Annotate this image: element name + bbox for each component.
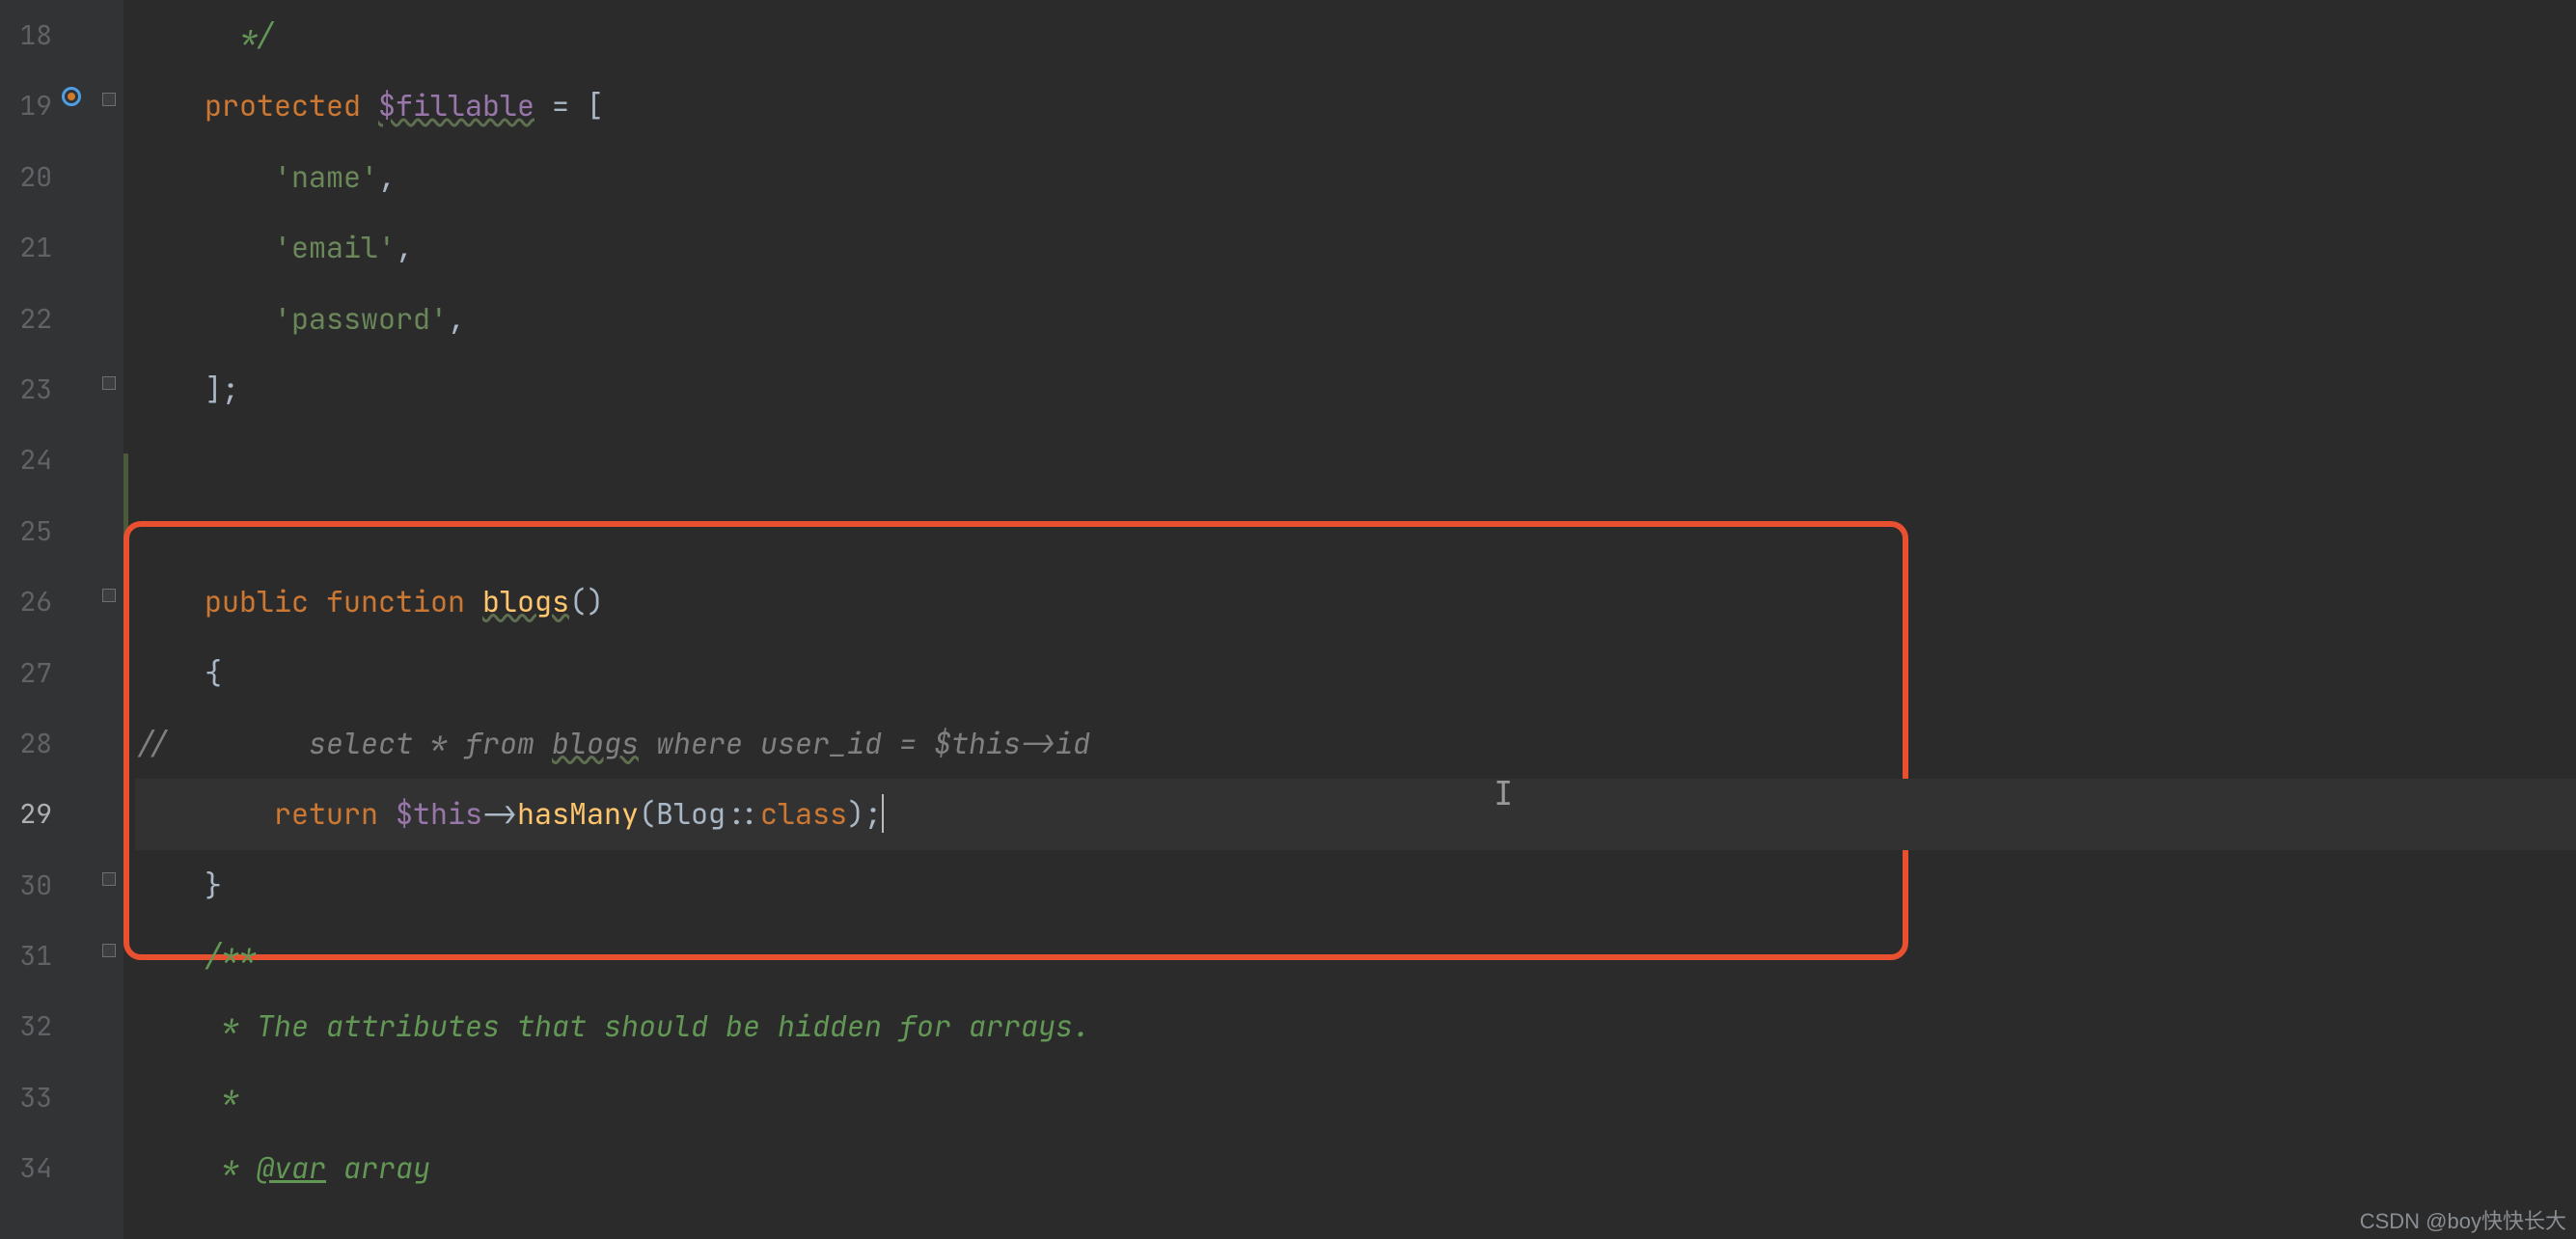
line-number: 30: [0, 850, 96, 921]
line-number: 21: [0, 212, 96, 283]
docblock-close: */: [222, 15, 274, 54]
code-line[interactable]: * The attributes that should be hidden f…: [135, 991, 2576, 1061]
property-fillable: $fillable: [378, 86, 534, 124]
docblock-type: array: [326, 1148, 430, 1187]
line-number: 23: [0, 354, 96, 425]
code-line[interactable]: 'password',: [135, 284, 2576, 354]
punct-close-array: ];: [205, 370, 239, 408]
line-number: 27: [0, 638, 96, 708]
fold-handle-icon[interactable]: [102, 589, 116, 602]
keyword-return: return: [274, 794, 378, 833]
watermark-text: CSDN @boy快快长大: [2360, 1204, 2566, 1235]
method-hasMany: hasMany: [517, 794, 639, 833]
code-line[interactable]: ];: [135, 354, 2576, 425]
code-line-current[interactable]: return $this->hasMany(Blog::class);: [135, 779, 2576, 849]
punct: ,: [448, 299, 465, 338]
code-line[interactable]: * @var array: [135, 1133, 2576, 1203]
line-number: 25: [0, 496, 96, 566]
punct: ,: [378, 157, 396, 196]
text-cursor: [882, 794, 884, 833]
punct-parens: (): [569, 582, 604, 620]
comment-blogs: blogs: [552, 724, 639, 762]
arrow-op: ->: [482, 794, 517, 833]
keyword-function: function: [326, 582, 465, 620]
paren-close: );: [847, 794, 882, 833]
line-number: 34: [0, 1133, 96, 1203]
punct: = [: [534, 86, 604, 124]
keyword-protected: protected: [205, 86, 361, 124]
docblock-prefix: *: [205, 1148, 257, 1187]
line-number: 22: [0, 284, 96, 354]
fold-handle-icon[interactable]: [102, 872, 116, 886]
code-line[interactable]: // select * from blogs where user_id = $…: [135, 708, 2576, 779]
scope-op: ::: [726, 794, 760, 833]
paren-open: (: [639, 794, 656, 833]
code-line[interactable]: {: [135, 638, 2576, 708]
code-line[interactable]: 'email',: [135, 212, 2576, 283]
docblock-open: /**: [205, 936, 257, 975]
docblock-text: *: [205, 1078, 239, 1116]
this-var: $this: [396, 794, 482, 833]
fold-handle-icon[interactable]: [102, 944, 116, 957]
keyword-public: public: [205, 582, 309, 620]
code-line[interactable]: protected $fillable = [: [135, 70, 2576, 141]
line-number: 28: [0, 708, 96, 779]
line-number: 32: [0, 991, 96, 1061]
fold-handle-icon[interactable]: [102, 376, 116, 390]
space: [378, 794, 396, 833]
function-name-blogs: blogs: [482, 582, 569, 620]
comment-text: where user_id = $this->id: [639, 724, 1090, 762]
line-number-gutter: 18 19 20 21 22 23 24 25 26 27 28 29 30 3…: [0, 0, 96, 1239]
fold-gutter[interactable]: [96, 0, 123, 1239]
class-blog: Blog: [656, 794, 726, 833]
code-editor[interactable]: 18 19 20 21 22 23 24 25 26 27 28 29 30 3…: [0, 0, 2576, 1239]
comment-slashes: //: [135, 724, 170, 762]
string-literal: 'name': [274, 157, 378, 196]
code-line[interactable]: }: [135, 850, 2576, 921]
code-line[interactable]: [135, 496, 2576, 566]
string-literal: 'password': [274, 299, 448, 338]
code-line[interactable]: public function blogs(): [135, 566, 2576, 637]
line-number: 26: [0, 566, 96, 637]
line-number: 18: [0, 0, 96, 70]
docblock-text: * The attributes that should be hidden f…: [205, 1006, 1090, 1045]
code-line[interactable]: [135, 425, 2576, 495]
line-number: 20: [0, 142, 96, 212]
code-area[interactable]: */ protected $fillable = [ 'name', 'emai…: [123, 0, 2576, 1239]
brace-open: {: [205, 653, 222, 692]
code-line[interactable]: 'name',: [135, 142, 2576, 212]
implements-gutter-icon[interactable]: [62, 87, 81, 106]
keyword-class: class: [760, 794, 847, 833]
code-line[interactable]: *: [135, 1062, 2576, 1133]
code-line[interactable]: /**: [135, 921, 2576, 991]
line-number: 31: [0, 921, 96, 991]
code-line[interactable]: */: [135, 0, 2576, 70]
docblock-tag-var: @var: [257, 1148, 326, 1187]
fold-handle-icon[interactable]: [102, 93, 116, 106]
comment-text: select * from: [309, 724, 552, 762]
punct: ,: [396, 228, 413, 266]
line-number: 24: [0, 425, 96, 495]
line-number: 19: [0, 70, 96, 141]
line-number-current: 29: [0, 779, 96, 849]
line-number: 33: [0, 1062, 96, 1133]
string-literal: 'email': [274, 228, 396, 266]
brace-close: }: [205, 866, 222, 904]
